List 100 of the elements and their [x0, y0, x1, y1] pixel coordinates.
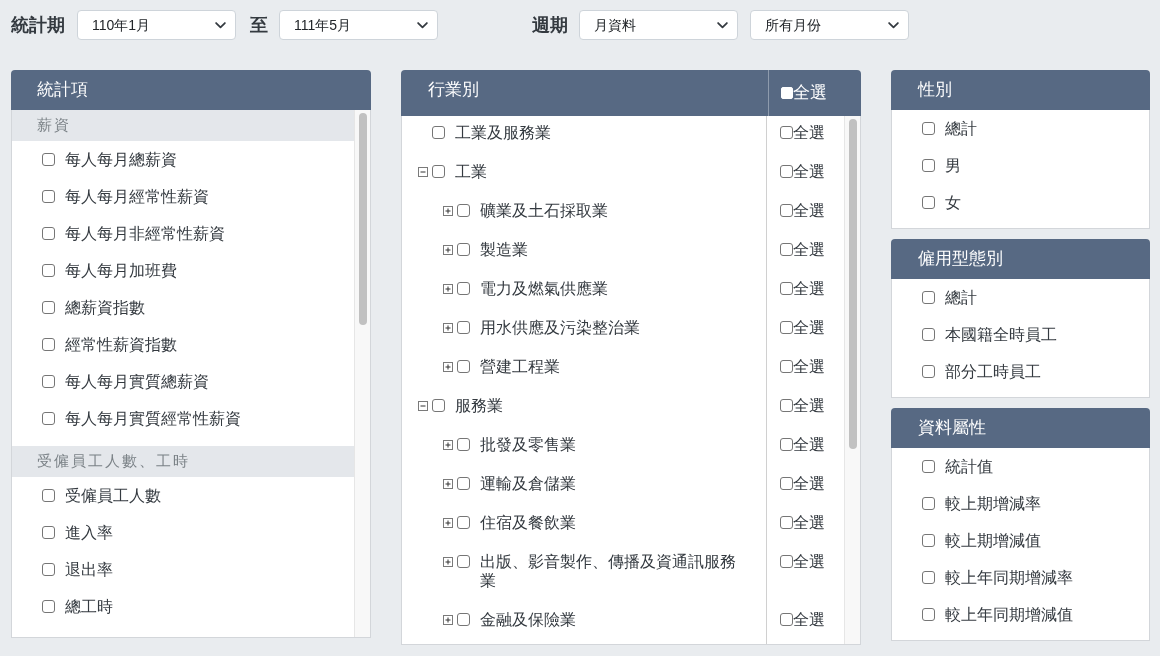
checkbox[interactable] — [432, 399, 445, 412]
checkbox[interactable] — [457, 282, 470, 295]
checkbox[interactable] — [457, 204, 470, 217]
checkbox[interactable] — [922, 365, 935, 378]
select-all-checkbox[interactable] — [780, 282, 793, 295]
panel-title: 資料屬性 — [918, 417, 986, 439]
checkbox[interactable] — [457, 321, 470, 334]
checkbox[interactable] — [922, 159, 935, 172]
option-label: 總計 — [945, 118, 977, 139]
select-all-checkbox[interactable] — [780, 360, 793, 373]
checkbox[interactable] — [42, 412, 55, 425]
checkbox[interactable] — [42, 153, 55, 166]
checkbox[interactable] — [42, 264, 55, 277]
checkbox[interactable] — [922, 534, 935, 547]
panel-title: 行業別 — [428, 79, 479, 101]
dropdown[interactable]: 月資料 — [579, 10, 738, 40]
checkbox[interactable] — [42, 526, 55, 539]
select-all-checkbox[interactable] — [780, 204, 793, 217]
select-all-checkbox[interactable] — [780, 399, 793, 412]
checkbox[interactable] — [922, 571, 935, 584]
minus-box-icon[interactable] — [418, 400, 428, 411]
checkbox[interactable] — [922, 122, 935, 135]
checkbox[interactable] — [432, 126, 445, 139]
plus-box-icon[interactable] — [443, 361, 453, 372]
checkbox[interactable] — [457, 243, 470, 256]
checkbox[interactable] — [42, 563, 55, 576]
checkbox[interactable] — [457, 555, 470, 568]
checkbox[interactable] — [457, 613, 470, 626]
checkbox[interactable] — [922, 608, 935, 621]
checkbox[interactable] — [922, 196, 935, 209]
checkbox[interactable] — [42, 227, 55, 240]
checkbox[interactable] — [457, 360, 470, 373]
select-all-checkbox[interactable] — [780, 126, 793, 139]
checkbox[interactable] — [42, 489, 55, 502]
plus-box-icon[interactable] — [443, 517, 453, 528]
checkbox[interactable] — [922, 460, 935, 473]
select-all-checkbox[interactable] — [780, 516, 793, 529]
tree-item-label: 礦業及土石採取業 — [480, 201, 608, 220]
scrollbar-thumb[interactable] — [848, 119, 857, 449]
option-label: 較上年同期增減值 — [945, 604, 1073, 625]
option-label: 總薪資指數 — [65, 297, 145, 318]
checkbox[interactable] — [457, 516, 470, 529]
checkbox[interactable] — [922, 291, 935, 304]
dropdown[interactable]: 所有月份 — [750, 10, 909, 40]
select-all-label: 全選 — [793, 513, 825, 532]
scrollbar[interactable] — [844, 116, 860, 644]
select-all-label: 全選 — [793, 279, 825, 298]
plus-box-icon[interactable] — [443, 439, 453, 450]
plus-box-icon[interactable] — [443, 322, 453, 333]
checkbox[interactable] — [922, 497, 935, 510]
select-all-label: 全選 — [793, 162, 825, 181]
filter-label: 週期 — [532, 14, 568, 37]
scrollbar-thumb[interactable] — [358, 113, 367, 325]
chevron-down-icon — [215, 21, 226, 29]
checkbox[interactable] — [457, 438, 470, 451]
minus-box-icon[interactable] — [418, 166, 428, 177]
select-all-label: 全選 — [793, 82, 827, 104]
panel-title: 僱用型態別 — [918, 248, 1003, 270]
select-all-label: 全選 — [793, 201, 825, 220]
panel-title: 統計項 — [37, 79, 88, 101]
select-all-checkbox[interactable] — [780, 243, 793, 256]
select-all-label: 全選 — [793, 435, 825, 454]
plus-box-icon[interactable] — [443, 478, 453, 489]
panel-title: 性別 — [918, 79, 952, 101]
plus-box-icon[interactable] — [443, 205, 453, 216]
tree-item-label: 工業及服務業 — [455, 123, 551, 142]
select-all-label: 全選 — [793, 123, 825, 142]
option-label: 每人每月經常性薪資 — [65, 186, 209, 207]
plus-box-icon[interactable] — [443, 283, 453, 294]
option-label: 每人每月非經常性薪資 — [65, 223, 225, 244]
checkbox[interactable] — [42, 600, 55, 613]
tree-item-label: 金融及保險業 — [480, 610, 576, 629]
checkbox[interactable] — [42, 301, 55, 314]
option-label: 總工時 — [65, 596, 113, 617]
checkbox[interactable] — [922, 328, 935, 341]
select-all-checkbox[interactable] — [780, 438, 793, 451]
plus-box-icon[interactable] — [443, 556, 453, 567]
option-label: 統計值 — [945, 456, 993, 477]
dropdown[interactable]: 110年1月 — [77, 10, 236, 40]
option-label: 每人每月實質總薪資 — [65, 371, 209, 392]
checkbox[interactable] — [42, 375, 55, 388]
checkbox[interactable] — [432, 165, 445, 178]
select-all-checkbox[interactable] — [780, 477, 793, 490]
select-all-label: 全選 — [793, 396, 825, 415]
tree-item-label: 住宿及餐飲業 — [480, 513, 576, 532]
plus-box-icon[interactable] — [443, 244, 453, 255]
checkbox[interactable] — [42, 190, 55, 203]
plus-box-icon[interactable] — [443, 614, 453, 625]
scrollbar[interactable] — [354, 110, 370, 637]
select-all-checkbox[interactable] — [780, 613, 793, 626]
group-header: 受僱員工人數、工時 — [12, 446, 354, 477]
select-all-checkbox[interactable] — [780, 321, 793, 334]
select-all-checkbox[interactable] — [780, 165, 793, 178]
checkbox[interactable] — [42, 338, 55, 351]
tree-item-label: 製造業 — [480, 240, 528, 259]
select-all-checkbox[interactable] — [780, 555, 793, 568]
select-all-label: 全選 — [793, 318, 825, 337]
tree-item-label: 出版、影音製作、傳播及資通訊服務業 — [480, 552, 737, 590]
checkbox[interactable] — [457, 477, 470, 490]
dropdown[interactable]: 111年5月 — [279, 10, 438, 40]
